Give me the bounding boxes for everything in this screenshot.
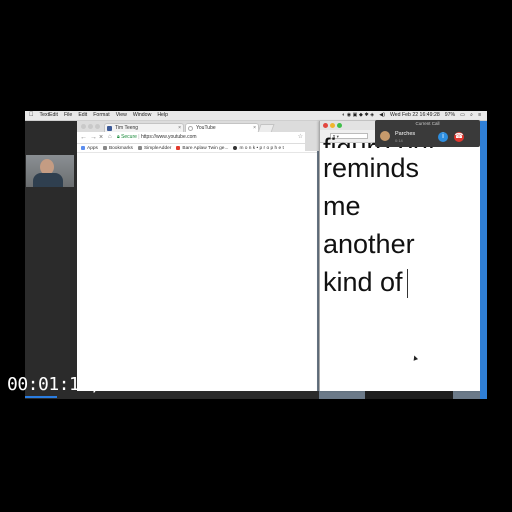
stop-icon[interactable]: × xyxy=(99,133,103,142)
document-line-text: kind of xyxy=(323,267,403,297)
minimize-window-icon[interactable] xyxy=(88,124,93,129)
menu-view[interactable]: View xyxy=(116,111,127,120)
info-icon[interactable]: i xyxy=(438,132,448,142)
left-panel xyxy=(25,121,77,399)
desktop-edge xyxy=(480,121,487,399)
document-line: another xyxy=(323,229,415,259)
bookmark-apps[interactable]: Apps xyxy=(81,144,98,152)
menu-file[interactable]: File xyxy=(64,111,72,120)
bookmark-label: SimpleAdder xyxy=(143,145,172,151)
bookmark-label: Apps xyxy=(87,145,98,151)
volume-icon[interactable]: ◀) xyxy=(379,111,385,120)
battery-icon[interactable]: ▭ xyxy=(460,111,465,120)
tab-tim-teeng[interactable]: Tim Teeng × xyxy=(104,123,184,132)
zoom-window-icon[interactable] xyxy=(337,123,342,128)
menu-datetime[interactable]: Wed Feb 22 16:49:28 xyxy=(390,111,440,120)
webcam-overlay xyxy=(26,155,74,187)
apps-grid-icon xyxy=(81,146,85,150)
bookmarks-bar: Apps Bookmarks SimpleAdder Bare Aplaw Tw… xyxy=(77,144,317,153)
tab-title: Tim Teeng xyxy=(115,125,139,131)
browser-window: Tim Teeng × YouTube × ← → × ⌂ 🔒︎ Secure … xyxy=(77,121,317,399)
bookmark-label: m o n k • p r o p h e t xyxy=(239,145,284,151)
text-cursor xyxy=(406,269,408,299)
menu-format[interactable]: Format xyxy=(93,111,109,120)
bookmark-bare-aplaw[interactable]: Bare Aplaw Twin ge... xyxy=(176,144,228,152)
video-timecode: 00:01:16;23 xyxy=(7,374,121,395)
forward-icon[interactable]: → xyxy=(90,133,97,142)
address-bar[interactable]: 🔒︎ Secure | https://www.youtube.com xyxy=(117,133,292,141)
timecode-progress xyxy=(25,396,57,398)
url-separator: | xyxy=(138,134,140,140)
call-notification[interactable]: Current Call Parches 0:14 i ☎︎ xyxy=(375,120,480,147)
document-line-last: kind of xyxy=(323,263,419,301)
document-line: reminds xyxy=(323,153,420,183)
browser-toolbar: ← → × ⌂ 🔒︎ Secure | https://www.youtube.… xyxy=(77,132,317,144)
document-line: me xyxy=(323,191,361,221)
menu-app-name[interactable]: TextEdit xyxy=(40,111,58,120)
back-icon[interactable]: ← xyxy=(80,133,87,142)
minimize-window-icon[interactable] xyxy=(330,123,335,128)
bookmark-bookmarks[interactable]: Bookmarks xyxy=(102,144,133,152)
zoom-window-icon[interactable] xyxy=(95,124,100,129)
avatar xyxy=(380,131,390,141)
call-duration: 0:14 xyxy=(395,138,403,143)
apple-icon[interactable]:  xyxy=(29,111,34,120)
textedit-window: ¶ ▾ figure out reminds me another kind o… xyxy=(319,121,481,391)
bookmark-label: Bookmarks xyxy=(108,145,133,151)
presenter-body xyxy=(33,173,63,187)
youtube-icon xyxy=(176,146,181,150)
page-icon xyxy=(137,146,142,150)
battery-percent[interactable]: 97% xyxy=(445,111,455,120)
facebook-icon xyxy=(107,126,112,131)
notification-center-icon[interactable]: ≡ xyxy=(478,111,481,120)
bookmark-monk-prophet[interactable]: m o n k • p r o p h e t xyxy=(233,144,284,152)
close-window-icon[interactable] xyxy=(323,123,328,128)
bookmark-label: Bare Aplaw Twin ge... xyxy=(182,145,229,151)
document-body[interactable]: reminds me another kind of xyxy=(323,149,419,301)
bookmark-star-icon[interactable]: ☆ xyxy=(298,133,303,140)
status-icons[interactable]: ◐ ◉ ▣ ◆ ✱ ◈ xyxy=(342,111,374,120)
star-icon xyxy=(102,146,107,150)
caller-name: Parches xyxy=(395,131,416,137)
tab-title: YouTube xyxy=(196,125,216,131)
page-content xyxy=(77,154,317,399)
tab-strip: Tim Teeng × YouTube × xyxy=(77,121,317,133)
dock-strip xyxy=(365,391,453,399)
menu-help[interactable]: Help xyxy=(157,111,168,120)
circle-icon xyxy=(233,146,238,150)
secure-label: Secure xyxy=(121,134,137,140)
spotlight-icon[interactable]: ⌕ xyxy=(470,111,473,120)
hangup-icon[interactable]: ☎︎ xyxy=(454,132,464,142)
menu-window[interactable]: Window xyxy=(133,111,151,120)
call-title: Current Call xyxy=(415,121,440,126)
home-icon[interactable]: ⌂ xyxy=(108,133,112,142)
bookmark-simpleadder[interactable]: SimpleAdder xyxy=(137,144,172,152)
close-window-icon[interactable] xyxy=(81,124,86,129)
lock-icon: 🔒︎ xyxy=(117,134,120,140)
menu-edit[interactable]: Edit xyxy=(78,111,87,120)
url-text: https://www.youtube.com xyxy=(141,134,197,140)
tab-youtube[interactable]: YouTube × xyxy=(185,123,259,132)
loading-icon xyxy=(188,126,193,131)
